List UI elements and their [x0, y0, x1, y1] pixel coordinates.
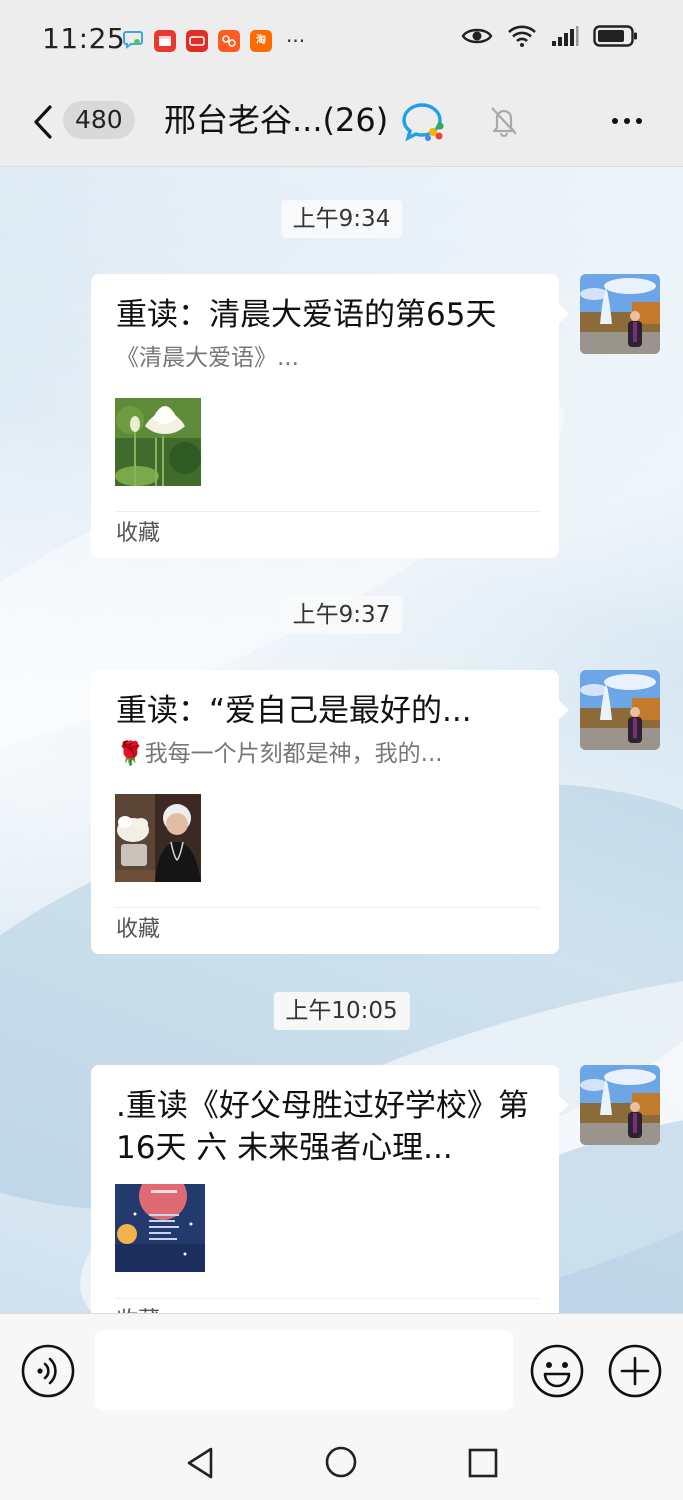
favorite-card-message[interactable]: .重读《好父母胜过好学校》第16天 六 未来强者心理... 收藏 — [91, 1065, 569, 1313]
emoji-button[interactable] — [530, 1344, 584, 1402]
favorite-card-message[interactable]: 重读：清晨大爱语的第65天 《清晨大爱语》... 收藏 — [91, 274, 569, 558]
battery-icon — [593, 24, 639, 52]
card-source-label: 收藏 — [116, 1306, 160, 1313]
pinduoduo-icon — [186, 30, 208, 52]
card-source-label: 收藏 — [116, 521, 161, 546]
elderly-woman-thumbnail — [115, 794, 201, 882]
book-cover-thumbnail — [115, 1184, 205, 1272]
red-app-icon — [154, 30, 176, 52]
message-timestamp: 上午9:34 — [280, 200, 403, 238]
group-chat-icon — [400, 101, 448, 149]
system-nav-bar — [0, 1424, 683, 1500]
card-title: 重读：清晨大爱语的第65天 — [116, 297, 497, 333]
signal-icon — [551, 25, 579, 51]
taobao-icon: 淘 — [250, 30, 272, 52]
more-notifications-icon: ··· — [286, 29, 306, 53]
status-bar: 11:25 淘 ··· — [0, 0, 683, 80]
voice-input-button[interactable] — [21, 1344, 75, 1402]
favorite-card-message[interactable]: 重读：“爱自己是最好的... 🌹我每一个片刻都是神，我的... 收藏 — [91, 670, 569, 954]
more-dots-icon — [612, 118, 618, 124]
chat-title[interactable]: 邢台老谷...(26) — [164, 96, 388, 144]
status-app-icons: 淘 ··· — [122, 28, 305, 54]
more-options-button[interactable] — [604, 106, 650, 136]
chat-bubble-app-icon — [122, 28, 144, 54]
voice-icon — [21, 1344, 75, 1398]
card-title: .重读《好父母胜过好学校》第16天 六 未来强者心理... — [116, 1088, 529, 1166]
nav-back-button[interactable] — [185, 1446, 215, 1484]
back-arrow-icon — [34, 105, 52, 139]
eye-icon — [461, 25, 493, 51]
sender-avatar[interactable] — [580, 1065, 660, 1145]
nav-back-icon — [187, 1447, 213, 1479]
orange-app-icon — [218, 30, 240, 52]
back-button[interactable] — [28, 100, 58, 144]
emoji-icon — [530, 1344, 584, 1398]
card-title: 重读：“爱自己是最好的... — [116, 693, 472, 729]
more-functions-button[interactable] — [608, 1344, 662, 1402]
chat-header: 480 邢台老谷...(26) — [0, 80, 683, 167]
message-input-bar — [0, 1313, 683, 1424]
nav-recent-icon — [468, 1448, 498, 1478]
chat-message-list[interactable]: 上午9:34 重读：清晨大爱语的第65天 《清晨大爱语》... 收藏 上午9:3… — [0, 167, 683, 1313]
sender-avatar[interactable] — [580, 670, 660, 750]
unread-count-badge[interactable]: 480 — [63, 101, 135, 139]
nav-recent-button[interactable] — [468, 1448, 498, 1482]
message-text-input[interactable] — [95, 1330, 513, 1410]
mute-bell-icon — [488, 104, 520, 142]
lotus-thumbnail — [115, 398, 201, 486]
card-source-label: 收藏 — [116, 917, 161, 942]
nav-home-icon — [325, 1446, 357, 1478]
plus-icon — [608, 1344, 662, 1398]
sender-avatar[interactable] — [580, 274, 660, 354]
status-right-icons — [461, 24, 639, 52]
message-timestamp: 上午9:37 — [280, 596, 403, 634]
status-time: 11:25 — [42, 22, 126, 55]
card-description: 🌹我每一个片刻都是神，我的... — [116, 741, 443, 767]
wifi-icon — [507, 24, 537, 52]
nav-home-button[interactable] — [325, 1446, 357, 1482]
card-description: 《清晨大爱语》... — [116, 345, 299, 371]
message-timestamp: 上午10:05 — [273, 992, 410, 1030]
